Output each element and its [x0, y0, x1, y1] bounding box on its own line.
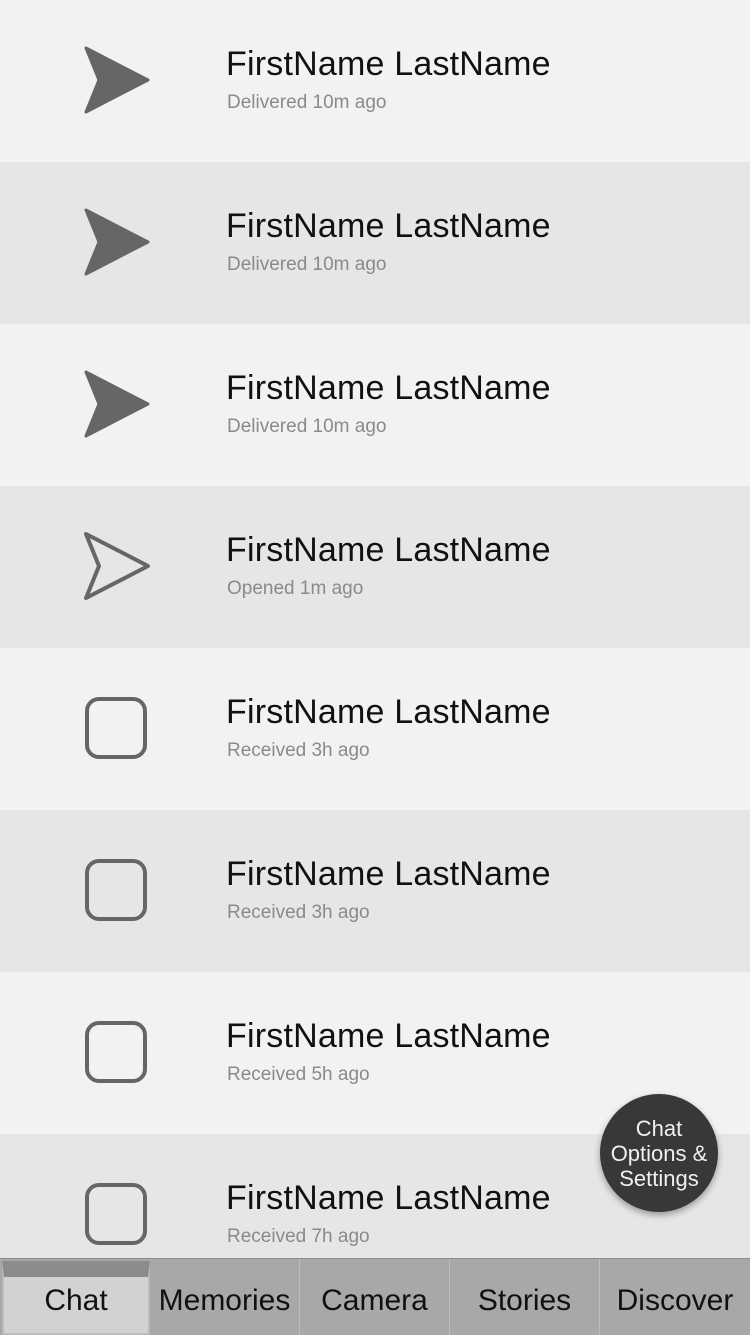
filled-arrow-icon [80, 370, 152, 442]
chat-status: Received 3h ago [227, 740, 370, 761]
chat-contact-name: FirstName LastName [226, 207, 551, 245]
bottom-tab-bar: Chat Memories Camera Stories Discover [0, 1258, 750, 1335]
fab-label-line: Options & [610, 1140, 708, 1166]
outline-arrow-icon [80, 532, 152, 604]
tab-camera[interactable]: Camera [300, 1259, 450, 1335]
chat-contact-name: FirstName LastName [226, 45, 551, 83]
rounded-square-icon [80, 856, 152, 928]
chat-row[interactable]: FirstName LastName Received 3h ago [0, 810, 750, 972]
chat-status: Received 7h ago [227, 1226, 370, 1247]
fab-label-line: Chat [635, 1115, 683, 1141]
chat-row[interactable]: FirstName LastName Received 3h ago [0, 648, 750, 810]
chat-row[interactable]: FirstName LastName Opened 1m ago [0, 486, 750, 648]
chat-status: Delivered 10m ago [227, 92, 387, 113]
chat-options-settings-label: Chat Options & Settings [603, 1116, 715, 1191]
rounded-square-icon [80, 1018, 152, 1090]
tab-label: Memories [158, 1284, 291, 1317]
filled-arrow-icon [80, 208, 152, 280]
chat-status: Received 3h ago [227, 902, 370, 923]
tab-chat[interactable]: Chat [2, 1261, 150, 1335]
rounded-square-icon [80, 1180, 152, 1252]
filled-arrow-icon [80, 46, 152, 118]
chat-status: Delivered 10m ago [227, 254, 387, 275]
chat-options-settings-button[interactable]: Chat Options & Settings [600, 1094, 718, 1212]
tab-label: Chat [44, 1284, 108, 1317]
tab-memories[interactable]: Memories [150, 1259, 300, 1335]
chat-contact-name: FirstName LastName [226, 369, 551, 407]
chat-status: Received 5h ago [227, 1064, 370, 1085]
chat-contact-name: FirstName LastName [226, 1017, 551, 1055]
tab-label: Camera [321, 1284, 428, 1317]
chat-status: Opened 1m ago [227, 578, 364, 599]
tab-label: Discover [616, 1284, 734, 1317]
chat-contact-name: FirstName LastName [226, 1179, 551, 1217]
chat-row[interactable]: FirstName LastName Delivered 10m ago [0, 324, 750, 486]
chat-status: Delivered 10m ago [227, 416, 387, 437]
chat-contact-name: FirstName LastName [226, 531, 551, 569]
chat-contact-name: FirstName LastName [226, 693, 551, 731]
chat-contact-name: FirstName LastName [226, 855, 551, 893]
tab-stories[interactable]: Stories [450, 1259, 600, 1335]
rounded-square-icon [80, 694, 152, 766]
tab-label: Stories [477, 1284, 572, 1317]
chat-row[interactable]: FirstName LastName Delivered 10m ago [0, 162, 750, 324]
tab-discover[interactable]: Discover [600, 1259, 750, 1335]
chat-row[interactable]: FirstName LastName Delivered 10m ago [0, 0, 750, 162]
fab-label-line: Settings [619, 1165, 699, 1191]
